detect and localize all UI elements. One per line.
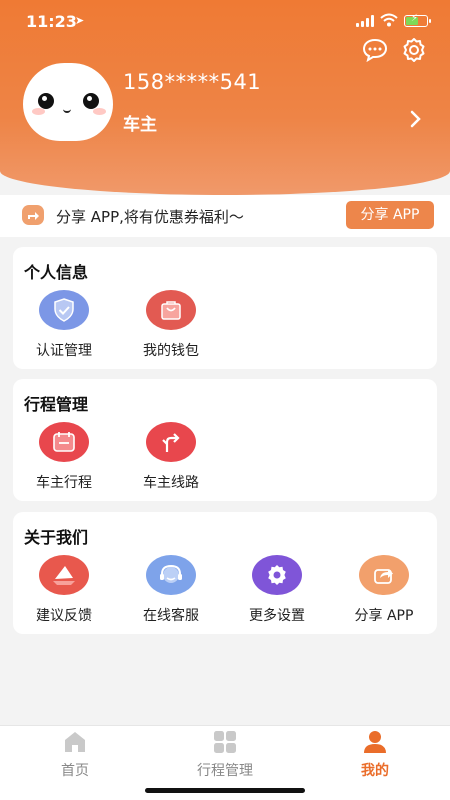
section-title: 关于我们 xyxy=(24,528,89,547)
more-settings-item[interactable]: 更多设置 xyxy=(232,555,322,625)
item-label: 认证管理 xyxy=(36,343,92,359)
item-label: 分享 APP xyxy=(354,608,414,624)
gear-icon xyxy=(252,555,302,595)
route-arrow-icon xyxy=(146,422,196,462)
tab-label: 首页 xyxy=(61,763,89,779)
user-phone: 158*****541 xyxy=(123,70,262,94)
share-banner-text: 分享 APP,将有优惠券福利～ xyxy=(56,208,244,226)
tab-trip-management[interactable]: 行程管理 xyxy=(150,726,300,780)
verification-management-item[interactable]: 认证管理 xyxy=(19,290,109,360)
grid-icon xyxy=(214,731,236,753)
signal-icon xyxy=(356,15,374,27)
status-bar: 11:23 ➤ ⚡ xyxy=(0,10,450,34)
trip-management-card: 行程管理 车主行程 车主线路 xyxy=(13,379,437,501)
battery-icon: ⚡ xyxy=(404,13,431,27)
home-indicator xyxy=(145,788,305,793)
owner-trips-item[interactable]: 车主行程 xyxy=(19,422,109,492)
wifi-icon xyxy=(380,13,398,27)
online-service-item[interactable]: 在线客服 xyxy=(126,555,216,625)
profile-header: 11:23 ➤ ⚡ 158*****541 车主 xyxy=(0,0,450,195)
feedback-sail-icon xyxy=(39,555,89,595)
feedback-item[interactable]: 建议反馈 xyxy=(19,555,109,625)
settings-gear-icon[interactable] xyxy=(401,37,427,63)
wallet-bag-icon xyxy=(146,290,196,330)
status-time: 11:23 xyxy=(26,12,77,31)
user-role: 车主 xyxy=(123,115,157,135)
tab-label: 行程管理 xyxy=(197,763,253,779)
owner-routes-item[interactable]: 车主线路 xyxy=(126,422,216,492)
wallet-item[interactable]: 我的钱包 xyxy=(126,290,216,360)
about-us-card: 关于我们 建议反馈 在线客服 更多设置 分享 APP xyxy=(13,512,437,634)
message-icon[interactable] xyxy=(362,37,388,63)
item-label: 车主线路 xyxy=(143,475,199,491)
tab-label: 我的 xyxy=(361,763,389,779)
avatar[interactable] xyxy=(23,63,113,141)
chevron-right-icon[interactable] xyxy=(410,110,422,128)
shield-check-icon xyxy=(39,290,89,330)
section-title: 行程管理 xyxy=(24,395,89,414)
home-icon xyxy=(65,732,85,752)
item-label: 建议反馈 xyxy=(36,608,92,624)
section-title: 个人信息 xyxy=(24,263,89,282)
tab-home[interactable]: 首页 xyxy=(0,726,150,780)
headset-icon xyxy=(146,555,196,595)
share-app-button[interactable]: 分享 APP xyxy=(346,201,434,229)
location-icon: ➤ xyxy=(75,14,85,27)
calendar-icon xyxy=(39,422,89,462)
personal-info-card: 个人信息 认证管理 我的钱包 xyxy=(13,247,437,369)
tab-mine[interactable]: 我的 xyxy=(300,726,450,780)
share-banner: 分享 APP,将有优惠券福利～ 分享 APP xyxy=(0,195,450,237)
share-app-item[interactable]: 分享 APP xyxy=(339,555,429,625)
share-icon xyxy=(22,205,44,225)
item-label: 在线客服 xyxy=(143,608,199,624)
person-icon xyxy=(364,731,386,753)
item-label: 更多设置 xyxy=(249,608,305,624)
item-label: 车主行程 xyxy=(36,475,92,491)
item-label: 我的钱包 xyxy=(143,343,199,359)
share-icon xyxy=(359,555,409,595)
